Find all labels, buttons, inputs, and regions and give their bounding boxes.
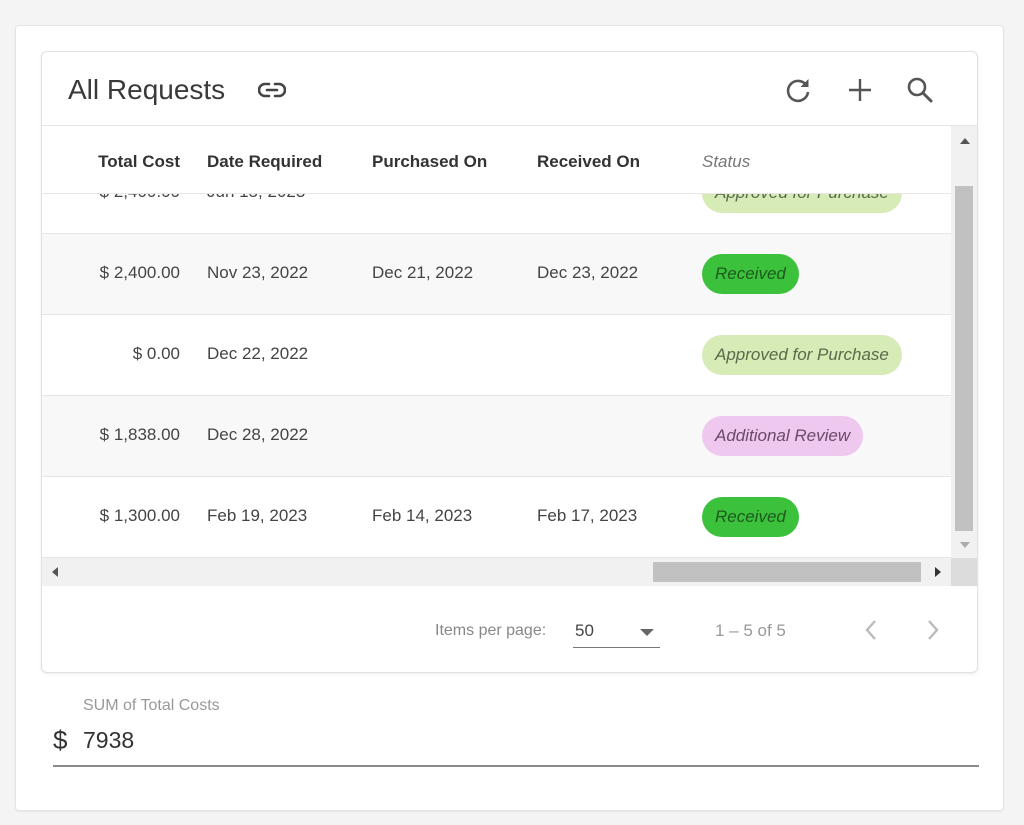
next-page-button[interactable] — [914, 612, 950, 648]
items-per-page-value: 50 — [575, 621, 594, 640]
column-header-purchased-on[interactable]: Purchased On — [372, 152, 487, 172]
sum-total-costs-field[interactable]: SUM of Total Costs $ 7938 — [53, 695, 979, 767]
cell-date-required: Dec 22, 2022 — [207, 344, 309, 363]
refresh-icon — [786, 79, 810, 103]
previous-page-button[interactable] — [854, 612, 890, 648]
column-header-status[interactable]: Status — [702, 152, 750, 172]
scroll-left-arrow-icon[interactable] — [52, 567, 58, 577]
card-header: All Requests — [42, 52, 977, 126]
scroll-up-arrow-icon[interactable] — [960, 138, 970, 144]
requests-table: Total Cost Date Required Purchased On Re… — [42, 126, 951, 558]
cell-date-required: Feb 19, 2023 — [207, 506, 308, 525]
dropdown-caret-icon — [640, 629, 654, 636]
chevron-right-icon — [928, 620, 939, 640]
cell-purchased-on: Dec 21, 2022 — [372, 263, 474, 282]
scroll-right-arrow-icon[interactable] — [935, 567, 941, 577]
vertical-scroll-thumb[interactable] — [955, 186, 973, 531]
table-row[interactable]: $ 0.00 Dec 22, 2022 Approved for Purchas… — [42, 315, 951, 396]
table-row[interactable]: $ 1,300.00 Feb 19, 2023 Feb 14, 2023 Feb… — [42, 477, 951, 558]
link-icon[interactable] — [257, 80, 287, 100]
table-row[interactable]: $ 2,400.00 Nov 23, 2022 Dec 21, 2022 Dec… — [42, 234, 951, 315]
table-row[interactable]: $ 1,838.00 Dec 28, 2022 Additional Revie… — [42, 396, 951, 477]
scroll-down-arrow-icon[interactable] — [960, 542, 970, 548]
currency-prefix: $ — [53, 725, 68, 755]
table-header-row: Total Cost Date Required Purchased On Re… — [42, 126, 951, 194]
status-badge: Additional Review — [702, 416, 864, 456]
status-badge: Received — [702, 254, 799, 294]
cell-total-cost: $ 2,400.00 — [99, 263, 180, 282]
cell-total-cost: $ 1,300.00 — [99, 506, 180, 525]
horizontal-scroll-thumb[interactable] — [653, 562, 921, 582]
requests-card: All Requests Total Cost Date Required Pu… — [41, 51, 978, 673]
page-range-label: 1 – 5 of 5 — [715, 621, 786, 640]
refresh-button[interactable] — [782, 74, 814, 106]
vertical-scrollbar[interactable] — [951, 126, 977, 558]
status-badge: Received — [702, 497, 799, 537]
search-icon — [907, 77, 933, 103]
plus-icon — [849, 79, 871, 101]
cell-purchased-on: Feb 14, 2023 — [372, 506, 473, 525]
horizontal-scrollbar[interactable] — [42, 558, 951, 586]
cell-date-required: Dec 28, 2022 — [207, 425, 309, 444]
column-header-total-cost[interactable]: Total Cost — [98, 152, 180, 172]
chevron-left-icon — [865, 620, 876, 640]
paginator: Items per page: 50 1 – 5 of 5 — [42, 586, 977, 672]
cell-received-on: Feb 17, 2023 — [537, 506, 638, 525]
search-button[interactable] — [904, 74, 936, 106]
cell-total-cost: $ 0.00 — [132, 344, 180, 363]
cell-received-on: Dec 23, 2022 — [537, 263, 639, 282]
field-underline — [53, 765, 979, 767]
scrollbar-corner — [951, 558, 977, 586]
cell-total-cost: $ 1,838.00 — [99, 425, 180, 444]
column-header-received-on[interactable]: Received On — [537, 152, 640, 172]
status-badge: Approved for Purchase — [702, 335, 902, 375]
sum-total-costs-label: SUM of Total Costs — [83, 697, 220, 714]
items-per-page-label: Items per page: — [435, 622, 547, 639]
sum-total-costs-value: 7938 — [83, 727, 135, 753]
cell-date-required: Nov 23, 2022 — [207, 263, 309, 282]
card-title: All Requests — [68, 74, 226, 105]
add-button[interactable] — [844, 74, 876, 106]
column-header-date-required[interactable]: Date Required — [207, 152, 322, 172]
items-per-page-select[interactable]: 50 — [573, 616, 660, 648]
